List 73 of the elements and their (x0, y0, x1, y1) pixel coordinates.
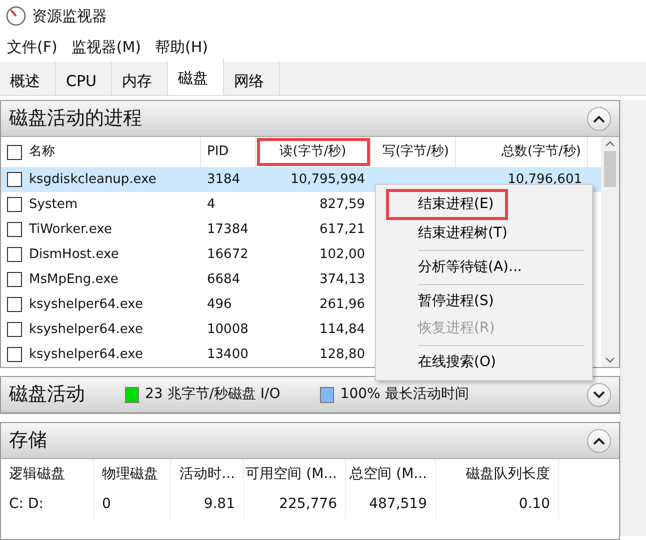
scrollbar[interactable] (620, 100, 646, 536)
column-header[interactable]: 活动时... (180, 464, 235, 484)
tab[interactable]: 磁盘 (168, 58, 224, 95)
table-cell-text: 128,80 (320, 346, 365, 364)
table-cell-text: DismHost.exe (29, 246, 119, 264)
table-cell-text: 10,795,994 (290, 170, 365, 189)
table-cell-text: 9.81 (204, 494, 235, 514)
menu-item[interactable]: 监视器(M) (71, 36, 141, 58)
table-cell-text: TiWorker.exe (29, 220, 112, 239)
table-cell-text: 102,00 (320, 246, 365, 264)
table-cell-text: 827,59 (320, 196, 365, 214)
table-cell-text: 10008 (207, 320, 248, 339)
table-cell-text: 261,96 (320, 296, 365, 314)
table-cell-text: 496 (207, 296, 232, 314)
window-title: 资源监视器 (32, 6, 107, 27)
table-cell-text: ksgdiskcleanup.exe (29, 170, 156, 189)
checkbox[interactable] (7, 197, 22, 212)
table-cell-text: 487,519 (369, 494, 427, 514)
table-cell-text: ksyshelper64.exe (29, 346, 143, 364)
menu-item[interactable]: 结束进程(E) (388, 191, 506, 218)
table-cell-text: 114,84 (320, 320, 365, 339)
legend-label: 23 兆字节/秒磁盘 I/O (145, 385, 280, 404)
scrollbar[interactable] (601, 137, 619, 367)
table-cell-text: 16672 (207, 246, 248, 264)
checkbox[interactable] (7, 247, 22, 262)
table-cell-text: 6684 (207, 270, 240, 289)
table-cell-text: 0.10 (518, 494, 550, 514)
section-title: 存储 (9, 428, 47, 454)
column-header[interactable]: 逻辑磁盘 (9, 464, 65, 484)
checkbox[interactable] (7, 297, 22, 312)
table-cell-text: MsMpEng.exe (29, 270, 118, 289)
chevron-down-icon (593, 390, 605, 398)
checkbox[interactable] (7, 144, 22, 160)
section-title: 磁盘活动的进程 (9, 106, 142, 132)
column-header[interactable]: 磁盘队列长度 (466, 464, 550, 484)
table-cell-text: 374,13 (320, 270, 365, 289)
collapse-button[interactable] (587, 428, 611, 452)
table-cell-text: 225,776 (279, 494, 337, 514)
menu-item[interactable]: 在线搜索(O) (376, 349, 592, 376)
table-cell-text: ksyshelper64.exe (29, 296, 143, 314)
menu-item[interactable]: 暂停进程(S) (376, 288, 592, 315)
checkbox[interactable] (7, 172, 22, 187)
table-cell-text: 10,796,601 (508, 170, 582, 189)
section-title: 磁盘活动 (9, 382, 85, 408)
chevron-up-icon (593, 436, 605, 444)
checkbox[interactable] (7, 322, 22, 337)
table-cell-text: 4 (207, 196, 216, 214)
column-header[interactable]: 总空间 (M... (350, 464, 427, 484)
column-header[interactable]: 名称 (29, 142, 55, 162)
table-cell-text: 617,21 (320, 220, 365, 239)
scroll-thumb[interactable] (604, 151, 616, 187)
legend-label: 100% 最长活动时间 (340, 385, 469, 404)
table-cell-text: 13400 (207, 346, 248, 364)
table-cell-text: C: D: (9, 494, 44, 514)
column-header[interactable]: 读(字节/秒) (256, 137, 371, 167)
table-cell-text: System (29, 196, 78, 214)
menu-item[interactable]: 分析等待链(A)... (376, 254, 592, 281)
checkbox[interactable] (7, 222, 22, 237)
menu-item[interactable]: 帮助(H) (155, 36, 208, 58)
menu-item[interactable]: 结束进程树(T) (376, 220, 592, 247)
gauge-icon (6, 6, 26, 26)
collapse-button[interactable] (587, 106, 611, 130)
expand-button[interactable] (587, 382, 611, 406)
menu-item[interactable]: 文件(F) (7, 36, 58, 58)
chevron-up-icon (593, 114, 605, 122)
table-cell-text: 17384 (207, 220, 248, 239)
column-header[interactable]: 物理磁盘 (102, 464, 158, 484)
table-cell-text: 0 (102, 494, 111, 514)
checkbox[interactable] (7, 347, 22, 362)
table-cell-text: 3184 (207, 170, 240, 189)
table-cell-text: ksyshelper64.exe (29, 320, 143, 339)
checkbox[interactable] (7, 272, 22, 287)
column-header[interactable]: 可用空间 (M... (246, 464, 337, 484)
